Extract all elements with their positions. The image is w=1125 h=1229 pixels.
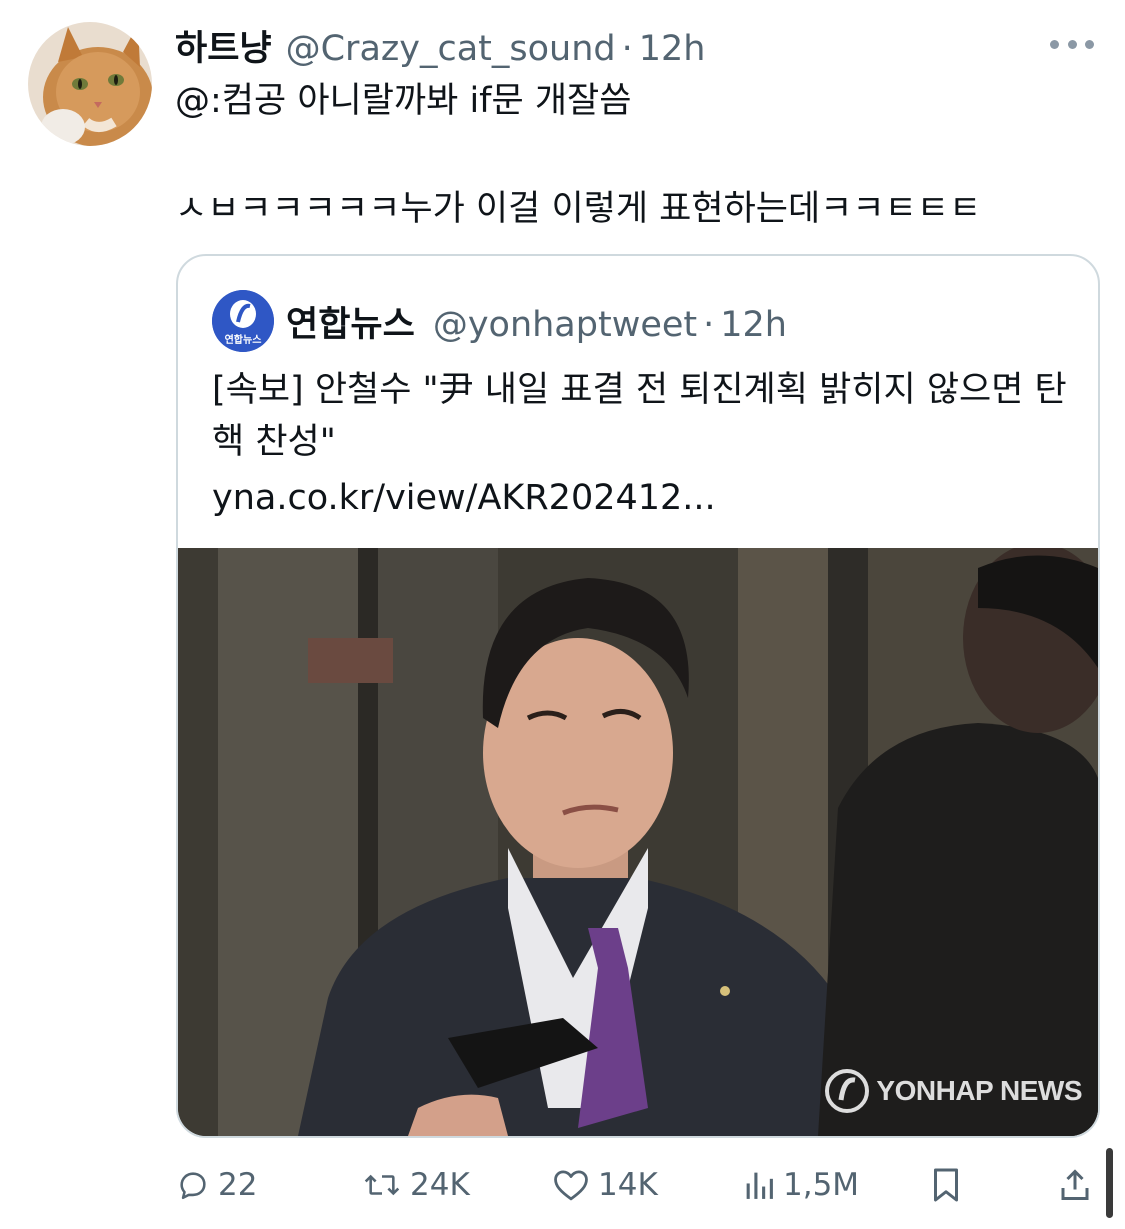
avatar[interactable] [28, 22, 152, 146]
photo-watermark: YONHAP NEWS [824, 1068, 1082, 1114]
share-icon [1061, 1169, 1089, 1200]
views-count: 1,5M [783, 1167, 860, 1203]
tweet-timestamp[interactable]: 12h [639, 29, 706, 69]
watermark-text: YONHAP NEWS [876, 1075, 1082, 1106]
quoted-tweet-card[interactable]: 연합뉴스 연합뉴스 @yonhaptweet · 12h [속보] 안철수 "尹… [176, 254, 1100, 1138]
tweet-text-line2: ㅅㅂㅋㅋㅋㅋㅋ누가 이걸 이렇게 표현하는데ㅋㅋㅌㅌㅌ [175, 189, 982, 229]
news-photo[interactable]: YONHAP NEWS [178, 548, 1098, 1136]
quoted-header: 연합뉴스 @yonhaptweet · 12h [286, 296, 787, 347]
more-horizontal-icon[interactable] [1050, 38, 1094, 50]
heart-icon [554, 1170, 588, 1201]
author-handle[interactable]: @Crazy_cat_sound [286, 29, 616, 69]
reply-button[interactable]: 22 [176, 1160, 257, 1210]
tweet-header: 하트냥 @Crazy_cat_sound · 12h [175, 20, 705, 69]
bookmark-button[interactable] [930, 1160, 962, 1210]
reply-count: 22 [218, 1167, 258, 1203]
views-button[interactable]: 1,5M [743, 1160, 859, 1210]
quoted-link[interactable]: yna.co.kr/view/AKR202412... [212, 478, 716, 518]
like-button[interactable]: 14K [552, 1160, 658, 1210]
bookmark-icon [934, 1168, 958, 1202]
views-chart-icon [746, 1172, 773, 1199]
separator-dot: · [703, 305, 715, 345]
quoted-handle[interactable]: @yonhaptweet [433, 305, 697, 345]
separator-dot: · [621, 29, 633, 69]
quoted-display-name[interactable]: 연합뉴스 [286, 296, 415, 347]
quoted-avatar-label: 연합뉴스 [224, 335, 262, 346]
quoted-avatar[interactable]: 연합뉴스 [212, 290, 274, 352]
retweet-count: 24K [410, 1167, 470, 1203]
tweet-text-line1: @:컴공 아니랄까봐 if문 개잘씀 [175, 81, 632, 121]
retweet-icon [364, 1174, 400, 1196]
yonhap-logo-icon [825, 1069, 870, 1113]
author-display-name[interactable]: 하트냥 [175, 20, 272, 71]
action-bar: 22 24K 14K 1,5M [0, 1160, 1125, 1210]
reply-icon [180, 1172, 206, 1200]
quoted-timestamp[interactable]: 12h [720, 305, 787, 345]
quoted-text: [속보] 안철수 "尹 내일 표결 전 퇴진계획 밝히지 않으면 탄핵 찬성" [212, 370, 1067, 462]
retweet-button[interactable]: 24K [362, 1160, 470, 1210]
share-button[interactable] [1058, 1160, 1092, 1210]
scrollbar[interactable] [1106, 1148, 1113, 1218]
like-count: 14K [598, 1167, 658, 1203]
